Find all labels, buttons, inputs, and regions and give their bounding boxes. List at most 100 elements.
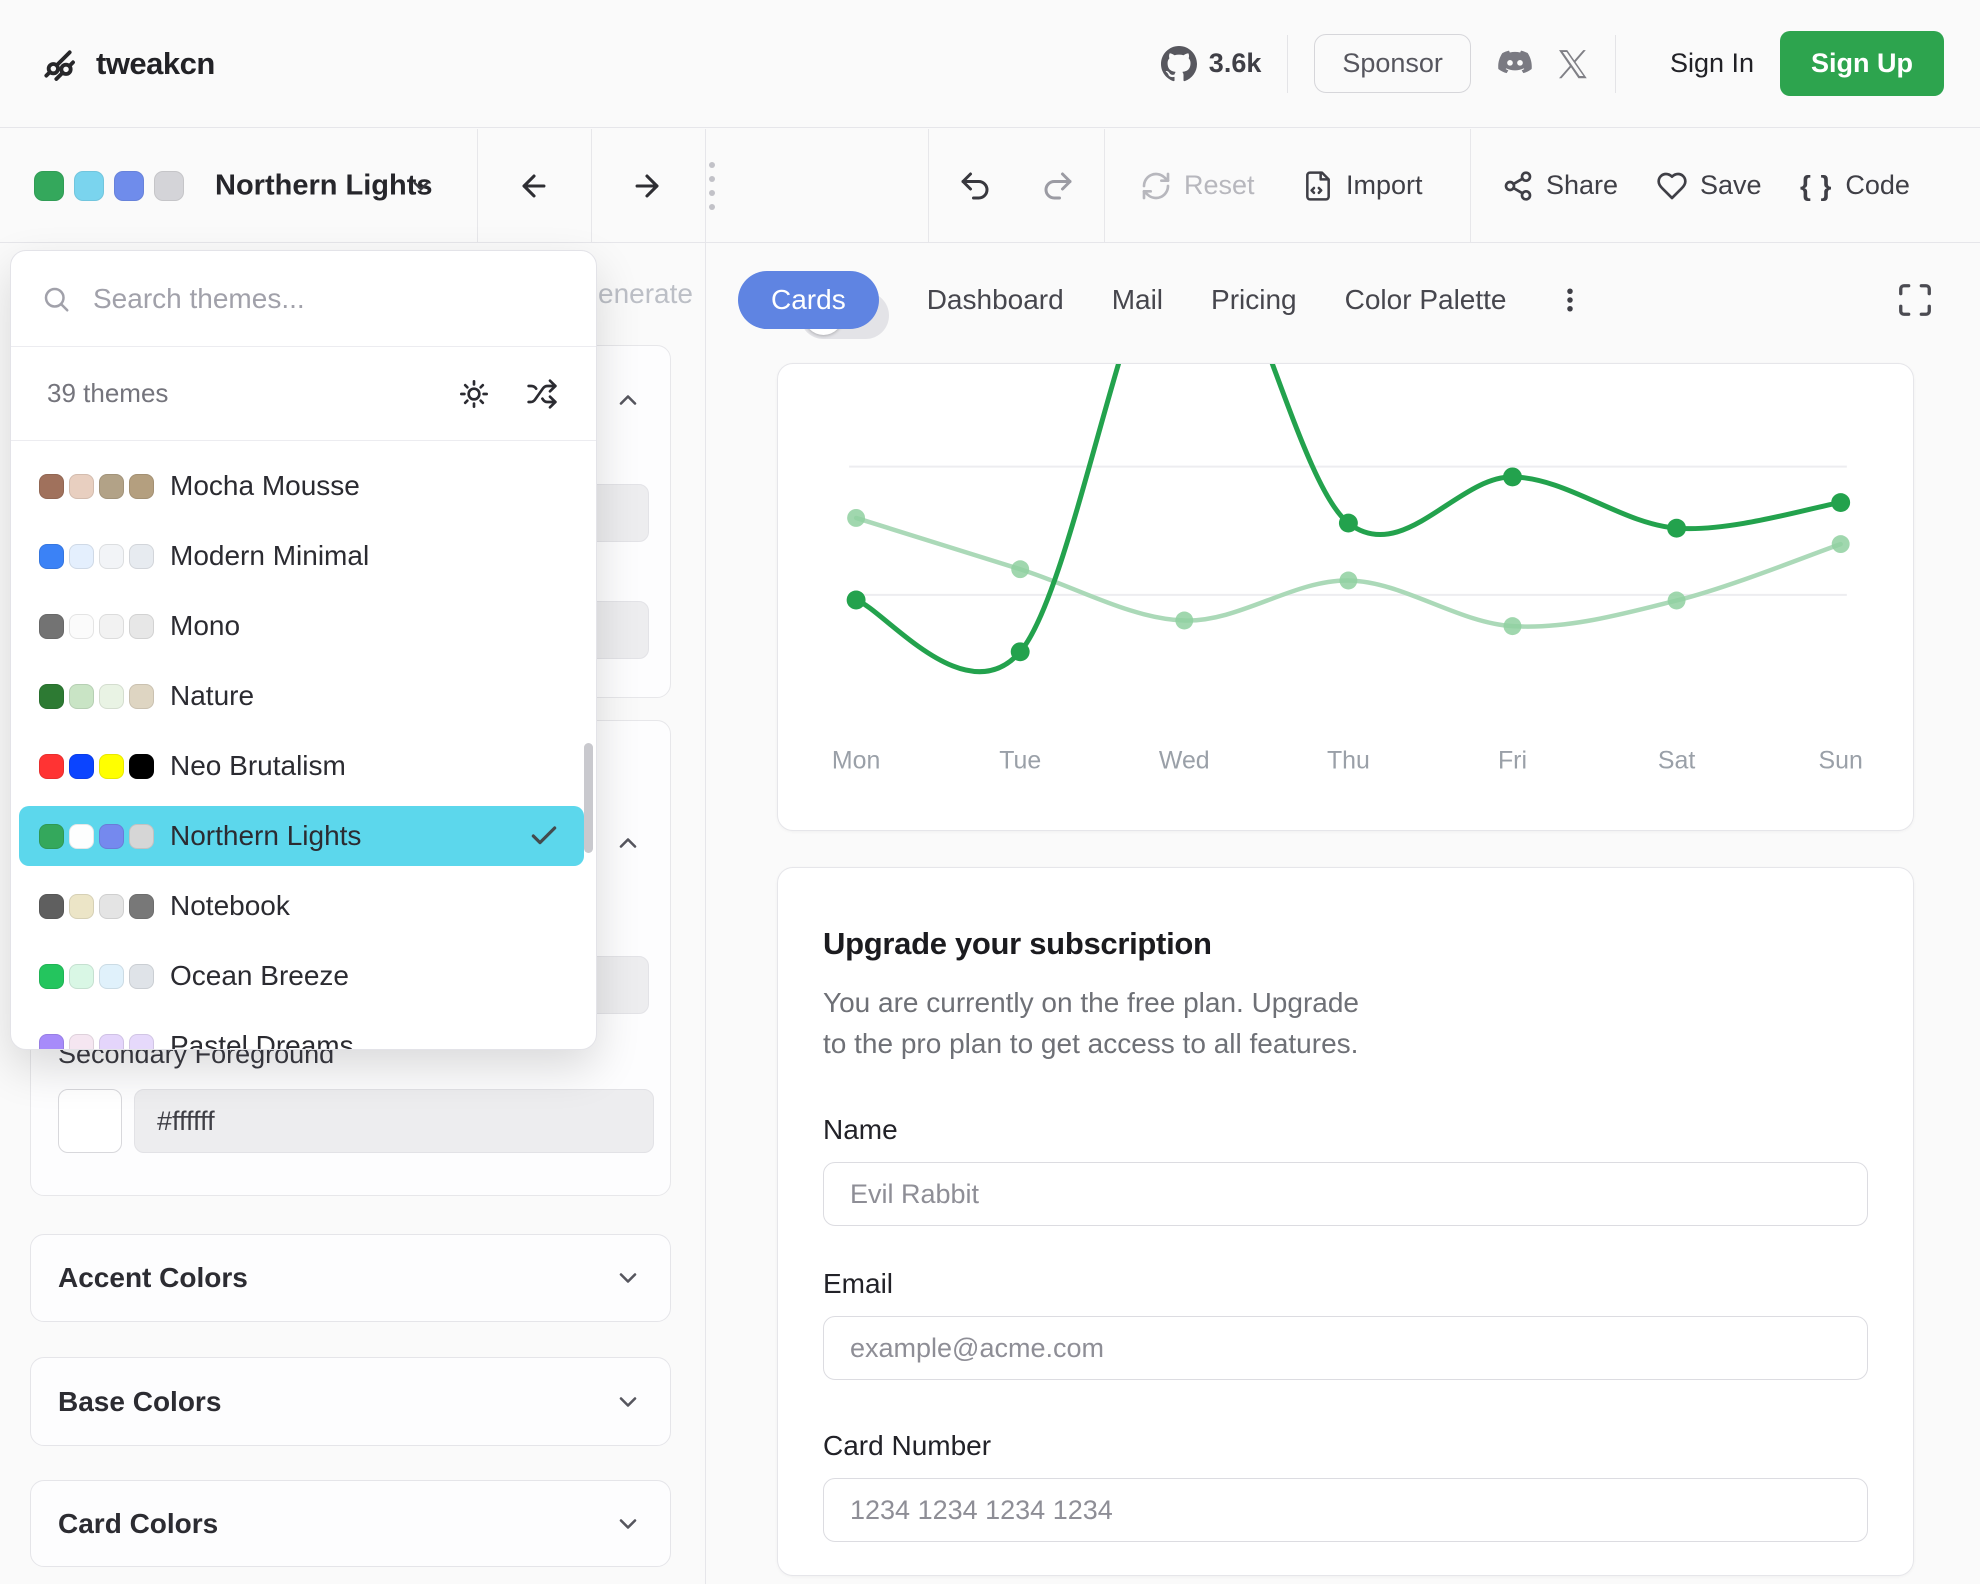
name-label: Name [823,1114,1868,1146]
description-line: You are currently on the free plan. Upgr… [823,982,1868,1023]
chevron-up-icon[interactable] [614,829,642,857]
forward-arrow-button[interactable] [630,169,664,203]
theme-option-label: Mono [170,610,240,642]
github-stars-link[interactable]: 3.6k [1161,46,1262,82]
secondary-foreground-hex-input[interactable] [134,1089,654,1153]
color-swatch [129,824,154,849]
fullscreen-icon[interactable] [1896,281,1934,319]
discord-link[interactable] [1495,44,1535,84]
svg-text:Mon: Mon [832,746,880,774]
theme-search-row [11,251,596,347]
tab-dashboard[interactable]: Dashboard [927,271,1064,329]
editor-toolbar: Northern Lights Reset Import [0,129,1980,243]
kebab-menu-icon [1555,285,1585,315]
tab-color-palette[interactable]: Color Palette [1345,271,1507,329]
theme-swatch [74,171,104,201]
toolbar-divider [1104,129,1105,242]
subscription-title: Upgrade your subscription [823,926,1868,962]
color-swatch [69,894,94,919]
sign-up-button[interactable]: Sign Up [1780,31,1944,96]
theme-option-label: Northern Lights [170,820,361,852]
tab-cards[interactable]: Cards [738,271,879,329]
subscription-description: You are currently on the free plan. Upgr… [823,982,1868,1064]
braces-icon: { } [1800,170,1833,202]
back-arrow-button[interactable] [517,169,551,203]
code-label: Code [1845,170,1910,201]
chevron-down-icon [614,1264,642,1292]
color-swatch [69,474,94,499]
code-button[interactable]: { } Code [1800,129,1910,242]
save-button[interactable]: Save [1656,129,1762,242]
svg-text:Sun: Sun [1819,746,1863,774]
discord-icon [1495,44,1535,84]
undo-button[interactable] [957,168,993,204]
theme-option-nature[interactable]: Nature [19,666,584,726]
theme-list: Mocha Mousse Modern Minimal Mono Nature Neo … [11,442,596,1049]
card-number-field[interactable] [823,1478,1868,1542]
email-field[interactable] [823,1316,1868,1380]
theme-option-pastel-dreams[interactable]: Pastel Dreams [19,1016,584,1049]
reset-icon [1140,170,1172,202]
toolbar-divider [928,129,929,242]
theme-count-row: 39 themes [11,347,596,441]
color-swatch [129,474,154,499]
tab-pricing[interactable]: Pricing [1211,271,1297,329]
panel-divider [705,129,706,1584]
secondary-foreground-swatch[interactable] [58,1089,122,1153]
current-theme-swatches[interactable] [34,171,184,201]
card-colors-section[interactable]: Card Colors [30,1480,671,1567]
svg-text:Tue: Tue [999,746,1041,774]
chevron-down-icon[interactable] [408,173,434,199]
color-swatch [99,614,124,639]
theme-search-input[interactable] [93,283,566,315]
dropdown-scrollbar-thumb[interactable] [584,743,593,853]
sign-in-button[interactable]: Sign In [1670,48,1754,79]
theme-option-modern-minimal[interactable]: Modern Minimal [19,526,584,586]
svg-text:Fri: Fri [1498,746,1527,774]
shuffle-icon[interactable] [526,378,558,410]
theme-color-swatches [39,1034,154,1050]
theme-option-label: Ocean Breeze [170,960,349,992]
more-tabs-button[interactable] [1555,285,1585,315]
theme-color-swatches [39,614,154,639]
sun-mode-icon[interactable] [458,378,490,410]
theme-option-mocha-mousse[interactable]: Mocha Mousse [19,456,584,516]
theme-count-label: 39 themes [47,378,168,409]
theme-option-neo-brutalism[interactable]: Neo Brutalism [19,736,584,796]
theme-option-mono[interactable]: Mono [19,596,584,656]
import-file-icon [1302,170,1334,202]
theme-color-swatches [39,754,154,779]
color-swatch [39,754,64,779]
logo[interactable]: tweakcn [38,44,215,84]
base-colors-section[interactable]: Base Colors [30,1357,671,1446]
tab-mail[interactable]: Mail [1112,271,1163,329]
theme-option-northern-lights[interactable]: Northern Lights [19,806,584,866]
name-field[interactable] [823,1162,1868,1226]
x-twitter-link[interactable] [1557,48,1589,80]
import-label: Import [1346,170,1423,201]
redo-button[interactable] [1040,168,1076,204]
theme-color-swatches [39,964,154,989]
reset-button[interactable]: Reset [1140,129,1255,242]
panel-resize-handle[interactable] [704,162,720,210]
import-button[interactable]: Import [1302,129,1423,242]
theme-color-swatches [39,894,154,919]
sponsor-button[interactable]: Sponsor [1314,34,1471,93]
color-swatch [99,894,124,919]
accent-colors-section[interactable]: Accent Colors [30,1234,671,1322]
chevron-up-icon[interactable] [614,386,642,414]
theme-selector[interactable]: Northern Lights [215,169,433,202]
share-button[interactable]: Share [1502,129,1618,242]
theme-option-ocean-breeze[interactable]: Ocean Breeze [19,946,584,1006]
theme-option-notebook[interactable]: Notebook [19,876,584,936]
color-swatch [129,894,154,919]
color-swatch [129,754,154,779]
theme-option-label: Pastel Dreams [170,1030,354,1049]
tweakcn-app: tweakcn 3.6k Sponsor [0,0,1980,1584]
svg-text:Sat: Sat [1658,746,1695,774]
color-swatch [129,614,154,639]
chevron-down-icon [614,1388,642,1416]
theme-swatch [34,171,64,201]
color-swatch [39,544,64,569]
generate-button-partial[interactable]: enerate [598,278,698,310]
